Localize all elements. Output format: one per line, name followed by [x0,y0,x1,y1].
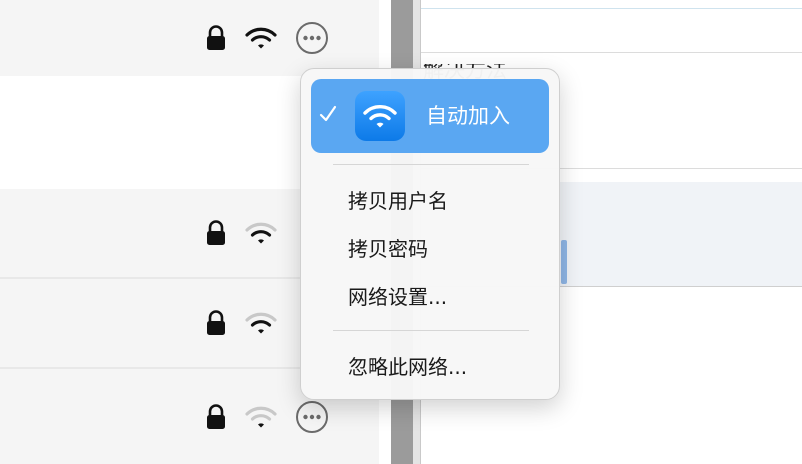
background-divider [421,52,802,53]
menu-item-auto-join[interactable]: 自动加入 [311,79,549,153]
network-row-icons [205,189,277,277]
wifi-icon [245,222,277,244]
network-row[interactable] [0,0,379,76]
checkmark-icon [319,105,337,122]
more-options-icon[interactable] [295,21,329,55]
lock-icon [207,310,225,335]
wifi-icon [363,105,397,128]
menu-item-copy-password[interactable]: 拷贝密码 [348,229,428,269]
menu-item-label: 自动加入 [426,104,510,128]
menu-item-forget-network[interactable]: 忽略此网络... [348,347,467,387]
lock-icon [207,25,225,50]
lock-icon [207,403,225,429]
menu-item-copy-username[interactable]: 拷贝用户名 [348,181,448,221]
more-options-icon[interactable] [295,400,329,434]
menu-separator [333,164,529,165]
wifi-icon [245,27,277,49]
background-blue-control [561,240,567,284]
menu-separator [333,330,529,331]
network-row-icons [205,0,329,76]
menu-item-network-settings[interactable]: 网络设置... [348,277,447,317]
wifi-icon [245,312,277,334]
network-row-icons [205,279,277,367]
network-context-menu: 自动加入 拷贝用户名 拷贝密码 网络设置... 忽略此网络... [300,68,560,400]
background-divider [421,8,802,9]
wifi-icon [245,406,277,427]
wifi-app-icon [355,91,405,141]
lock-icon [207,220,225,245]
